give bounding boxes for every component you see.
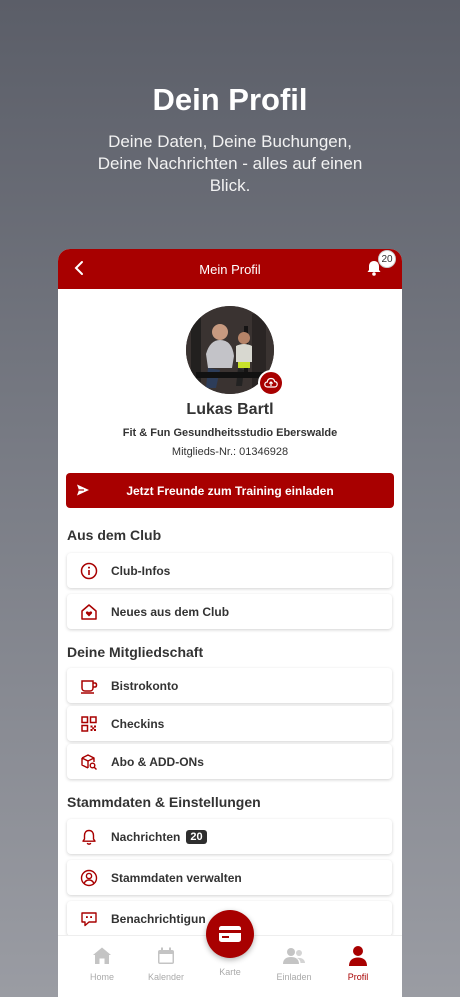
chevron-left-icon xyxy=(74,261,83,275)
card-icon xyxy=(219,926,241,942)
user-name: Lukas Bartl xyxy=(186,401,274,418)
club-name: Fit & Fun Gesundheitsstudio Eberswalde xyxy=(122,427,338,439)
upload-photo-button[interactable] xyxy=(258,370,284,396)
menu-item-manage-master-data[interactable]: Stammdaten verwalten xyxy=(67,860,392,895)
invite-friends-label: Jetzt Freunde zum Training einladen xyxy=(126,483,334,498)
messages-count-badge: 20 xyxy=(186,829,207,844)
menu-item-messages[interactable]: Nachrichten 20 xyxy=(67,819,392,854)
back-button[interactable] xyxy=(68,257,90,279)
person-icon xyxy=(326,944,390,968)
send-icon xyxy=(77,484,89,496)
notification-count-badge: 20 xyxy=(378,250,396,268)
menu-item-label: Abo & ADD-ONs xyxy=(111,754,204,769)
box-search-icon xyxy=(79,752,99,772)
menu-item-club-infos[interactable]: Club-Infos xyxy=(67,553,392,588)
menu-item-checkins[interactable]: Checkins xyxy=(67,706,392,741)
app-bar: Mein Profil 20 xyxy=(58,249,402,289)
menu-item-club-news[interactable]: Neues aus dem Club xyxy=(67,594,392,629)
nav-home-label: Home xyxy=(89,972,114,982)
menu-item-label: Club-Infos xyxy=(111,563,171,578)
section-title-settings: Stammdaten & Einstellungen xyxy=(67,794,261,810)
section-title-membership: Deine Mitgliedschaft xyxy=(67,644,204,660)
cup-icon xyxy=(79,676,99,696)
calendar-icon xyxy=(134,944,198,968)
membership-card-button[interactable] xyxy=(206,910,254,958)
user-circle-icon xyxy=(79,868,99,888)
phone-screen: Mein Profil 20 Lukas Bartl Fit & Fun Ges… xyxy=(58,249,402,997)
nav-card-label: Karte xyxy=(219,967,241,977)
promo-subtitle: Deine Daten, Deine Buchungen, Deine Nach… xyxy=(97,132,363,195)
menu-item-bistro-account[interactable]: Bistrokonto xyxy=(67,668,392,703)
invite-friends-button[interactable]: Jetzt Freunde zum Training einladen xyxy=(66,473,394,508)
menu-item-label: Neues aus dem Club xyxy=(111,604,230,619)
menu-item-label: Benachrichtigun xyxy=(111,911,206,926)
users-icon xyxy=(262,944,326,968)
menu-item-label: Nachrichten xyxy=(111,829,181,844)
page-title: Mein Profil xyxy=(199,261,261,277)
chat-alert-icon xyxy=(79,909,99,929)
menu-item-label: Bistrokonto xyxy=(111,678,179,693)
qr-code-icon xyxy=(79,714,99,734)
nav-invite-label: Einladen xyxy=(276,972,312,982)
menu-item-label: Stammdaten verwalten xyxy=(111,870,242,885)
info-icon xyxy=(79,561,99,581)
section-title-club: Aus dem Club xyxy=(67,527,162,543)
house-heart-icon xyxy=(79,602,99,622)
nav-profile[interactable]: Profil xyxy=(326,944,390,982)
promo-title: Dein Profil xyxy=(152,82,308,117)
home-icon xyxy=(70,944,134,968)
nav-calendar-label: Kalender xyxy=(147,972,185,982)
nav-calendar[interactable]: Kalender xyxy=(134,944,198,982)
avatar-container xyxy=(186,306,284,396)
member-number: Mitglieds-Nr.: 01346928 xyxy=(171,446,289,458)
nav-invite[interactable]: Einladen xyxy=(262,944,326,982)
menu-item-label: Checkins xyxy=(111,716,165,731)
nav-home[interactable]: Home xyxy=(70,944,134,982)
nav-profile-label: Profil xyxy=(347,972,369,982)
bell-icon xyxy=(79,827,99,847)
cloud-upload-icon xyxy=(264,377,278,388)
menu-item-subscription-addons[interactable]: Abo & ADD-ONs xyxy=(67,744,392,779)
